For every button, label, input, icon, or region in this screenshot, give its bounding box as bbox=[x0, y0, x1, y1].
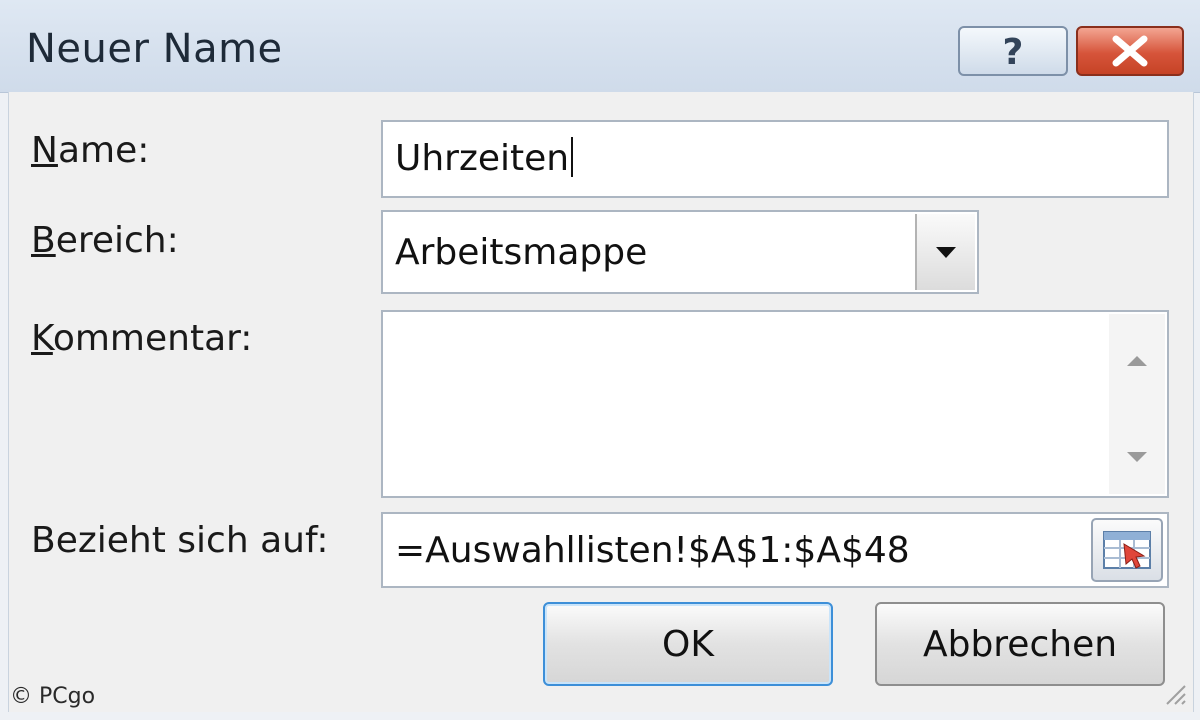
range-select-button[interactable] bbox=[1091, 518, 1163, 582]
bereich-label-rest: ereich: bbox=[55, 220, 179, 261]
help-button[interactable]: ? bbox=[958, 26, 1068, 76]
name-label-accelerator: N bbox=[31, 130, 58, 171]
scroll-down-arrow-icon bbox=[1127, 452, 1147, 462]
range-select-icon bbox=[1103, 531, 1151, 569]
kommentar-textarea[interactable] bbox=[381, 310, 1169, 498]
question-mark-icon: ? bbox=[1003, 32, 1024, 71]
bezieht-label: Bezieht sich auf: bbox=[31, 520, 329, 561]
bezieht-input[interactable]: =Auswahllisten!$A$1:$A$48 bbox=[381, 512, 1169, 588]
neuer-name-dialog: Neuer Name ? Name: Uhrzeiten Bereich: Ar… bbox=[0, 0, 1200, 720]
svg-text:?: ? bbox=[1003, 32, 1024, 71]
text-caret bbox=[571, 137, 574, 177]
bereich-label-accelerator: B bbox=[31, 220, 56, 261]
name-input[interactable]: Uhrzeiten bbox=[381, 120, 1169, 198]
bezieht-value: =Auswahllisten!$A$1:$A$48 bbox=[395, 530, 910, 571]
dialog-client-area: Name: Uhrzeiten Bereich: Arbeitsmappe Ko… bbox=[8, 92, 1194, 712]
close-x-icon bbox=[1112, 35, 1148, 67]
watermark-text: © PCgo bbox=[10, 684, 96, 709]
name-input-value: Uhrzeiten bbox=[395, 138, 570, 179]
scroll-up-button[interactable] bbox=[1109, 336, 1165, 386]
bereich-label: Bereich: bbox=[31, 220, 179, 261]
name-label-rest: ame: bbox=[57, 130, 150, 171]
bereich-selected-value: Arbeitsmappe bbox=[395, 232, 648, 273]
name-label: Name: bbox=[31, 130, 149, 171]
scroll-down-button[interactable] bbox=[1109, 432, 1165, 482]
kommentar-label-accelerator: K bbox=[31, 318, 53, 359]
kommentar-scrollbar[interactable] bbox=[1109, 314, 1165, 494]
ok-button[interactable]: OK bbox=[543, 602, 833, 686]
title-bar[interactable]: Neuer Name ? bbox=[0, 0, 1200, 93]
scroll-up-arrow-icon bbox=[1127, 356, 1147, 366]
bereich-dropdown[interactable]: Arbeitsmappe bbox=[381, 210, 979, 294]
kommentar-label: Kommentar: bbox=[31, 318, 252, 359]
close-button[interactable] bbox=[1076, 26, 1184, 76]
cancel-button[interactable]: Abbrechen bbox=[875, 602, 1165, 686]
kommentar-label-rest: ommentar: bbox=[52, 318, 253, 359]
bereich-dropdown-button[interactable] bbox=[915, 214, 975, 290]
dialog-title: Neuer Name bbox=[26, 26, 283, 72]
chevron-down-icon bbox=[936, 247, 956, 258]
resize-grip-icon[interactable] bbox=[1159, 678, 1187, 706]
